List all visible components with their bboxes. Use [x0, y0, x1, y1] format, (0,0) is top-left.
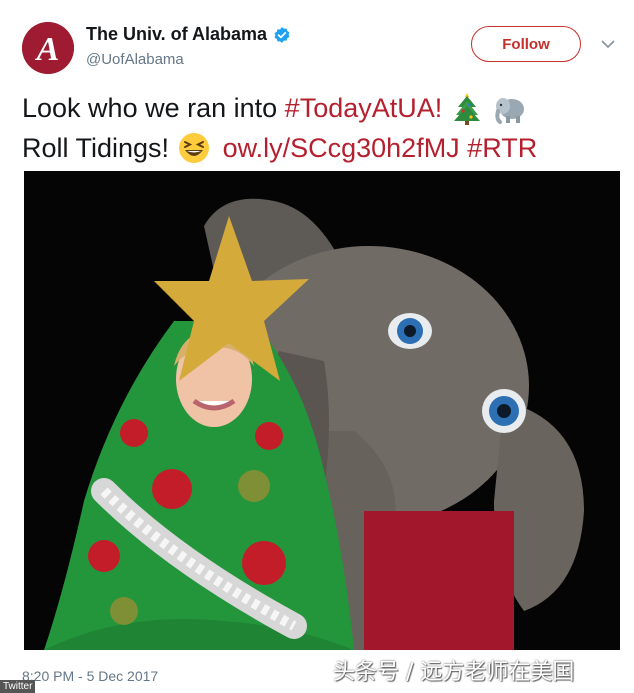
tweet-line-1: Look who we ran into #TodayAtUA! [22, 88, 622, 128]
tweet-text-part: Roll Tidings! [22, 133, 177, 163]
account-display-name[interactable]: The Univ. of Alabama [86, 24, 291, 45]
tweet-text-part: Look who we ran into [22, 93, 285, 123]
elephant-icon [495, 98, 525, 124]
tweet-timestamp[interactable]: 8:20 PM - 5 Dec 2017 [22, 668, 158, 684]
photo-image [24, 171, 620, 650]
christmas-tree-icon [454, 93, 481, 125]
account-avatar[interactable]: A [22, 22, 74, 74]
grinning-squinting-face-icon [178, 133, 209, 163]
follow-button[interactable]: Follow [471, 26, 581, 62]
display-name-text: The Univ. of Alabama [86, 24, 268, 44]
svg-text:A: A [35, 31, 60, 68]
tweet-photo[interactable] [24, 171, 620, 650]
publisher-watermark: 头条号 / 远方老师在美国 [333, 660, 575, 685]
tweet-text: Look who we ran into #TodayAtUA! Roll Ti… [22, 88, 622, 168]
url-link[interactable]: ow.ly/SCcg30h2fMJ [223, 128, 460, 168]
hashtag-link[interactable]: #TodayAtUA! [285, 88, 443, 128]
tweet-header: A The Univ. of Alabama @UofAlabama Follo… [22, 20, 620, 74]
verified-badge-icon [274, 26, 290, 43]
alabama-logo-icon: A [22, 22, 74, 74]
account-handle[interactable]: @UofAlabama [86, 51, 184, 68]
hashtag-link[interactable]: #RTR [467, 128, 537, 168]
tweet-line-2: Roll Tidings! ow.ly/SCcg30h2fMJ #RTR [22, 128, 622, 168]
chevron-down-icon[interactable] [600, 36, 616, 52]
source-watermark: Twitter [0, 680, 36, 693]
